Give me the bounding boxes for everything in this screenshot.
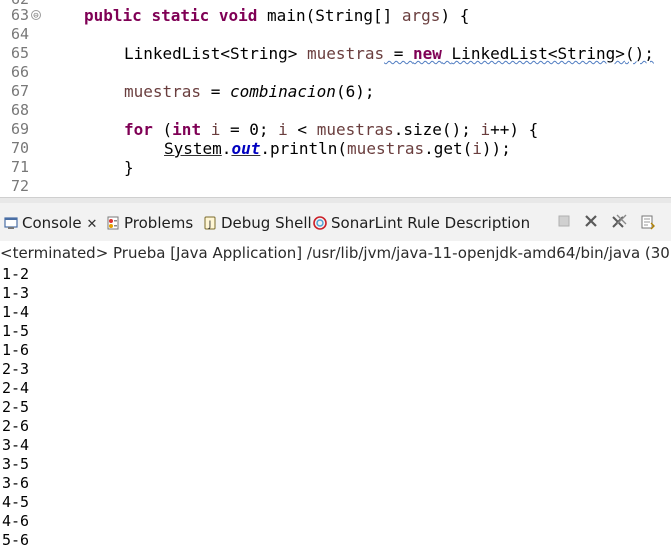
line-number: 65: [11, 44, 30, 62]
output-line: 3-4: [2, 436, 30, 454]
editor-line: 66: [0, 63, 671, 82]
tab-sonarlint[interactable]: SonarLint Rule Description: [313, 212, 530, 234]
editor-line: 70 System.out.println(muestras.get(i));: [0, 139, 671, 158]
output-line: 4-6: [2, 512, 30, 530]
output-line: 3-6: [2, 474, 30, 492]
output-line: 1-6: [2, 341, 30, 359]
editor-line: 69 for (int i = 0; i < muestras.size(); …: [0, 120, 671, 139]
sonarlint-icon: [313, 216, 327, 230]
line-number: 64: [11, 25, 30, 43]
tab-label: SonarLint Rule Description: [331, 214, 531, 232]
line-number: 68: [11, 101, 30, 119]
svg-text:J: J: [208, 220, 212, 230]
output-line: 1-3: [2, 284, 30, 302]
fold-collapse-icon[interactable]: ⊖: [31, 10, 41, 21]
remove-launch-icon[interactable]: [583, 214, 599, 230]
remove-all-terminated-icon[interactable]: [611, 214, 627, 230]
line-number: 69: [11, 120, 30, 138]
console-output[interactable]: 1-2 1-3 1-4 1-5 1-6 2-3 2-4 2-5 2-6 3-4 3-5 3-6 4-5 4…: [2, 265, 671, 550]
code-text[interactable]: LinkedList<String> muestras = new Linked…: [124, 44, 654, 63]
output-line: 1-4: [2, 303, 30, 321]
launch-status-text: <terminated> Prueba [Java Application] /…: [0, 244, 671, 262]
output-line: 5-6: [2, 531, 30, 549]
code-text[interactable]: for (int i = 0; i < muestras.size(); i++…: [124, 120, 538, 139]
output-line: 2-3: [2, 360, 30, 378]
editor-line: 68: [0, 101, 671, 120]
console-tab-bar: Console ✕ Problems J Debug Shell SonarLin…: [0, 203, 671, 241]
code-editor[interactable]: 62 63 ⊖ public static void main(String[]…: [0, 0, 671, 197]
output-line: 3-5: [2, 455, 30, 473]
close-icon[interactable]: ✕: [87, 214, 98, 236]
line-number: 71: [11, 158, 30, 176]
tab-label: Problems: [124, 214, 194, 232]
output-line: 1-2: [2, 265, 30, 283]
tab-debug-shell[interactable]: J Debug Shell: [203, 212, 312, 234]
tab-console[interactable]: Console ✕: [4, 212, 97, 234]
tab-label: Debug Shell: [221, 214, 312, 232]
line-number: 70: [11, 139, 30, 157]
editor-line: 71 }: [0, 158, 671, 177]
output-line: 2-5: [2, 398, 30, 416]
code-text[interactable]: muestras = combinacion(6);: [124, 82, 374, 101]
editor-line: 72: [0, 177, 671, 196]
line-number: 72: [11, 177, 30, 195]
scroll-lock-icon[interactable]: [640, 214, 656, 230]
debug-shell-icon: J: [204, 216, 216, 230]
line-number: 67: [11, 82, 30, 100]
code-text[interactable]: System.out.println(muestras.get(i));: [164, 139, 511, 158]
editor-line: 64: [0, 25, 671, 44]
editor-line: 67 muestras = combinacion(6);: [0, 82, 671, 101]
terminate-icon[interactable]: [556, 214, 572, 230]
console-status: <terminated> Prueba [Java Application] /…: [0, 241, 671, 265]
line-number: 66: [11, 63, 30, 81]
output-line: 1-5: [2, 322, 30, 340]
editor-line: 65 LinkedList<String> muestras = new Lin…: [0, 44, 671, 63]
code-text[interactable]: public static void main(String[] args) {: [84, 6, 469, 25]
editor-line: 63 ⊖ public static void main(String[] ar…: [0, 6, 671, 25]
output-line: 2-6: [2, 417, 30, 435]
output-line: 4-5: [2, 493, 30, 511]
code-text[interactable]: }: [124, 158, 134, 177]
problems-icon: [107, 216, 119, 230]
tab-label: Console: [22, 214, 82, 232]
console-icon: [4, 217, 18, 229]
tab-problems[interactable]: Problems: [106, 212, 193, 234]
output-line: 2-4: [2, 379, 30, 397]
